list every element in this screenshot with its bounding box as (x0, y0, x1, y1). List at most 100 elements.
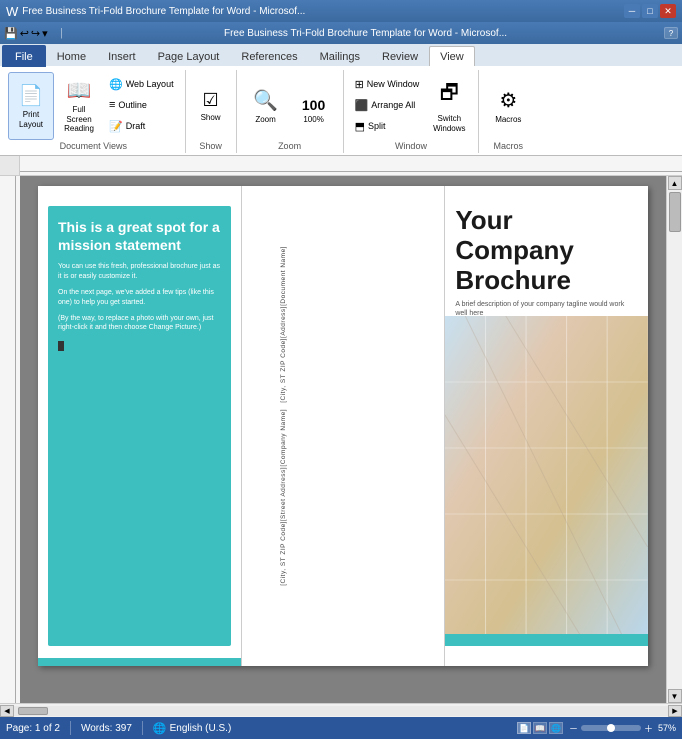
scroll-left-arrow[interactable]: ◀ (0, 705, 14, 717)
show-label: Show (201, 113, 221, 122)
title-text: W Free Business Tri-Fold Brochure Templa… (6, 4, 305, 19)
zoom-plus[interactable]: ＋ (644, 722, 653, 735)
new-window-button[interactable]: ⊞ New Window (350, 74, 425, 94)
zoom-100-icon: 100 (302, 97, 325, 113)
cursor-indicator (58, 341, 64, 351)
brochure-page: This is a great spot for a mission state… (38, 186, 648, 666)
show-button[interactable]: ☑ Show (192, 72, 230, 140)
address-top-1: [Document Name] (280, 246, 287, 306)
view-small-btns: 🌐 Web Layout ≡ Outline 📝 Draft (104, 72, 179, 140)
zoom-label: Zoom (255, 115, 275, 124)
full-screen-reading-button[interactable]: 📖 Full ScreenReading (56, 72, 102, 140)
full-view-icon[interactable]: 📖 (533, 722, 547, 734)
scroll-thumb-v[interactable] (669, 192, 681, 232)
print-layout-label: PrintLayout (19, 110, 43, 129)
show-group-label: Show (186, 141, 236, 151)
window-controls: ─ □ ✕ (624, 4, 676, 18)
undo-quick-btn[interactable]: ↩ (20, 27, 29, 40)
macros-label: Macros (495, 115, 521, 124)
words-label: Words: 397 (81, 723, 132, 734)
ribbon-group-window: ⊞ New Window ⬛ Arrange All ⬒ Split 🗗 Swi… (344, 70, 480, 153)
save-quick-btn[interactable]: 💾 (4, 27, 18, 40)
doc-views-label: Document Views (2, 141, 185, 151)
web-layout-button[interactable]: 🌐 Web Layout (104, 74, 179, 94)
scroll-up-arrow[interactable]: ▲ (668, 176, 682, 190)
brochure-panel-mid: [Document Name] [Address] [City, ST ZIP … (242, 186, 445, 666)
address-top-3: [City, ST ZIP Code] (280, 338, 287, 403)
status-bar: Page: 1 of 2 Words: 397 🌐 English (U.S.)… (0, 717, 682, 739)
lang-icon: 🌐 (153, 722, 167, 735)
full-screen-icon: 📖 (67, 78, 92, 103)
macros-icon: ⚙ (499, 88, 517, 113)
close-button[interactable]: ✕ (660, 4, 676, 18)
macros-button[interactable]: ⚙ Macros (485, 72, 531, 140)
zoom-slider-thumb[interactable] (607, 724, 615, 732)
tab-pagelayout[interactable]: Page Layout (147, 46, 231, 66)
tab-references[interactable]: References (230, 46, 308, 66)
zoom-slider[interactable] (581, 725, 641, 731)
tab-home[interactable]: Home (46, 46, 97, 66)
ribbon-tabs: File Home Insert Page Layout References … (0, 44, 682, 66)
print-layout-button[interactable]: 📄 PrintLayout (8, 72, 54, 140)
show-icon: ☑ (203, 90, 219, 111)
minimize-button[interactable]: ─ (624, 4, 640, 18)
title-bar-label: Free Business Tri-Fold Brochure Template… (69, 28, 662, 39)
help-button[interactable]: ? (664, 27, 678, 39)
mission-body-1: You can use this fresh, professional bro… (58, 262, 221, 282)
zoom-100-button[interactable]: 100 100% (291, 72, 337, 140)
status-sep-2 (142, 721, 143, 735)
ruler-corner (0, 156, 20, 176)
print-view-icon[interactable]: 📄 (517, 722, 531, 734)
web-view-icon[interactable]: 🌐 (549, 722, 563, 734)
restore-button[interactable]: □ (642, 4, 658, 18)
macros-group-label: Macros (479, 141, 537, 151)
tab-view[interactable]: View (429, 46, 475, 66)
new-window-icon: ⊞ (355, 78, 364, 91)
split-label: Split (368, 121, 386, 131)
brochure-panel-left: This is a great spot for a mission state… (38, 186, 241, 666)
ribbon-group-macros: ⚙ Macros Macros (479, 70, 537, 153)
scroll-thumb-h[interactable] (18, 707, 48, 715)
tab-file[interactable]: File (2, 45, 46, 67)
zoom-button[interactable]: 🔍 Zoom (243, 72, 289, 140)
redo-quick-btn[interactable]: ↪ (31, 27, 40, 40)
qa-dropdown-btn[interactable]: ▾ (42, 27, 54, 40)
scroll-down-arrow[interactable]: ▼ (668, 689, 682, 703)
outline-icon: ≡ (109, 99, 115, 111)
split-button[interactable]: ⬒ Split (350, 116, 425, 136)
ruler-area (0, 156, 682, 176)
horizontal-ruler (20, 156, 682, 175)
tab-review[interactable]: Review (371, 46, 429, 66)
tab-insert[interactable]: Insert (97, 46, 147, 66)
switch-windows-button[interactable]: 🗗 SwitchWindows (426, 72, 472, 140)
page-indicator: Page: 1 of 2 (6, 723, 60, 734)
address-bottom-1: [Company Name] (280, 409, 287, 467)
right-panel-teal-stripe (445, 634, 648, 646)
doc-area: This is a great spot for a mission state… (0, 176, 682, 703)
outline-button[interactable]: ≡ Outline (104, 95, 179, 115)
switch-windows-label: SwitchWindows (433, 114, 465, 133)
web-layout-label: Web Layout (126, 79, 174, 89)
mission-title: This is a great spot for a mission state… (58, 218, 221, 254)
language-indicator: 🌐 English (U.S.) (153, 722, 231, 735)
ribbon-group-document-views: 📄 PrintLayout 📖 Full ScreenReading 🌐 Web… (2, 70, 186, 153)
window-small-btns: ⊞ New Window ⬛ Arrange All ⬒ Split (350, 72, 425, 140)
vertical-scrollbar[interactable]: ▲ ▼ (666, 176, 682, 703)
ribbon: 📄 PrintLayout 📖 Full ScreenReading 🌐 Web… (0, 66, 682, 156)
tab-mailings[interactable]: Mailings (309, 46, 371, 66)
draft-button[interactable]: 📝 Draft (104, 116, 179, 136)
address-bottom-container: [Company Name] [Street Address] [City, S… (270, 409, 298, 586)
arrange-all-button[interactable]: ⬛ Arrange All (350, 95, 425, 115)
new-window-label: New Window (367, 79, 420, 89)
left-teal-stripe (38, 658, 241, 666)
address-bottom-3: [City, ST ZIP Code] (280, 521, 287, 586)
split-icon: ⬒ (355, 120, 365, 133)
scroll-track-h (14, 706, 668, 716)
horizontal-scrollbar[interactable]: ◀ ▶ (0, 703, 682, 717)
scroll-right-arrow[interactable]: ▶ (668, 705, 682, 717)
zoom-minus[interactable]: － (569, 722, 578, 735)
lang-label: English (U.S.) (170, 723, 232, 734)
mission-body-2: On the next page, we've added a few tips… (58, 288, 221, 308)
zoom-group-label: Zoom (237, 141, 343, 151)
address-top-2: [Address] (280, 306, 287, 338)
